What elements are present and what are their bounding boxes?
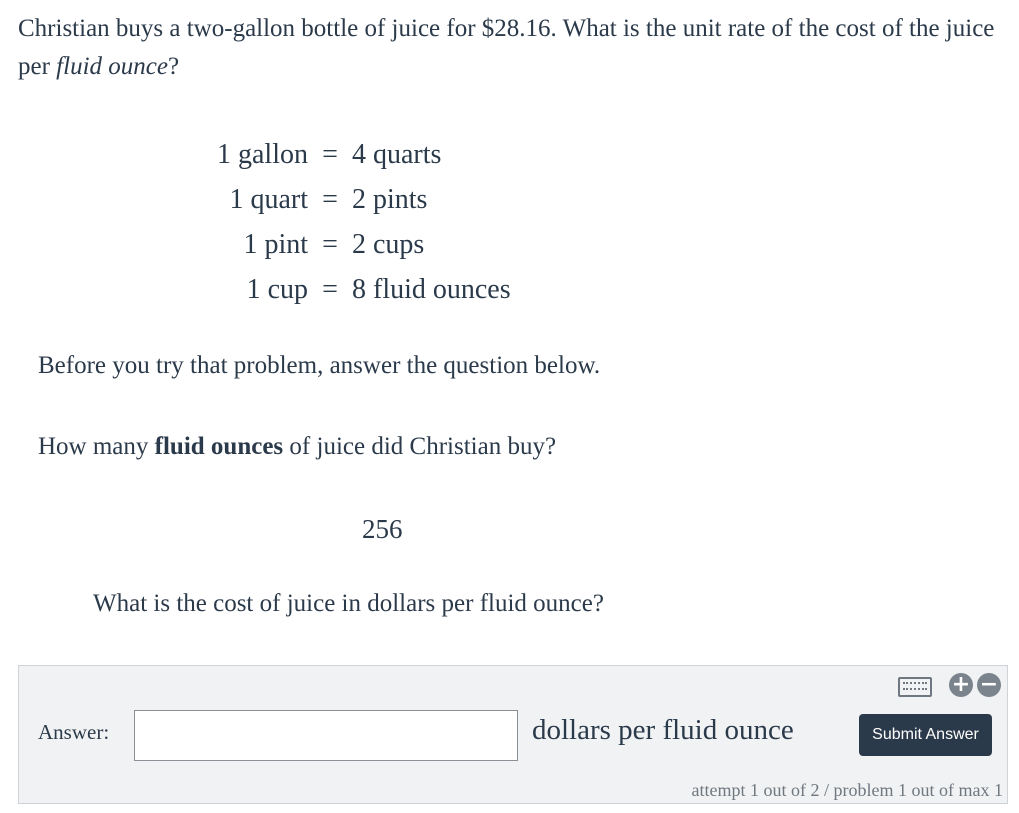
conversion-row: 1 cup = 8 fluid ounces <box>160 267 511 312</box>
conversion-left: 1 quart <box>229 183 308 215</box>
conversion-left: 1 cup <box>246 273 308 305</box>
answer-input[interactable] <box>134 710 518 761</box>
attempt-counter: attempt 1 out of 2 / problem 1 out of ma… <box>691 780 1003 800</box>
conversion-right: 8 fluid ounces <box>352 273 511 305</box>
conversion-left: 1 gallon <box>217 138 308 170</box>
problem-statement: Christian buys a two-gallon bottle of ju… <box>18 10 1008 86</box>
answer-panel: + − Answer: dollars per fluid ounce Subm… <box>18 665 1008 804</box>
question1-start: How many <box>38 433 155 460</box>
conversion-row: 1 pint = 2 cups <box>160 222 511 267</box>
question1-bold: fluid ounces <box>154 433 284 460</box>
conversion-table: 1 gallon = 4 quarts 1 quart = 2 pints 1 … <box>160 132 511 312</box>
conversion-row: 1 gallon = 4 quarts <box>160 132 511 177</box>
problem-text-end: ? <box>167 53 180 80</box>
submit-answer-button[interactable]: Submit Answer <box>859 714 992 756</box>
question-cost-per-ounce: What is the cost of juice in dollars per… <box>93 590 604 617</box>
conversion-row: 1 quart = 2 pints <box>160 177 511 222</box>
equals-sign: = <box>322 138 338 170</box>
conversion-right: 4 quarts <box>352 138 442 170</box>
keyboard-icon[interactable] <box>898 677 932 697</box>
conversion-right: 2 pints <box>352 183 428 215</box>
conversion-right: 2 cups <box>352 228 425 260</box>
answer-label: Answer: <box>38 720 110 744</box>
problem-page: Christian buys a two-gallon bottle of ju… <box>0 0 1019 813</box>
zoom-in-icon[interactable]: + <box>949 673 973 697</box>
equals-sign: = <box>322 273 338 305</box>
zoom-out-icon[interactable]: − <box>977 673 1001 697</box>
equals-sign: = <box>322 228 338 260</box>
conversion-left: 1 pint <box>243 228 308 260</box>
problem-text-emphasis: fluid ounce <box>56 53 168 80</box>
equals-sign: = <box>322 183 338 215</box>
intro-text: Before you try that problem, answer the … <box>38 352 601 379</box>
question-fluid-ounces: How many fluid ounces of juice did Chris… <box>38 433 556 461</box>
unit-label: dollars per fluid ounce <box>532 714 794 746</box>
previous-answer-value: 256 <box>362 514 403 544</box>
question1-end: of juice did Christian buy? <box>283 433 557 460</box>
